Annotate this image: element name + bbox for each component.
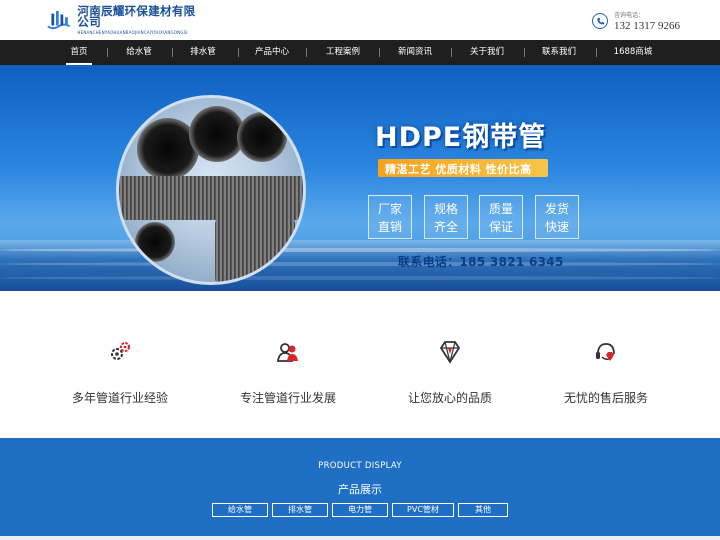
feature-label: 多年管道行业经验 xyxy=(71,391,168,405)
section-title: 产品展示 xyxy=(338,483,382,496)
banner-feature-quality: 质量 保证 xyxy=(479,195,523,239)
gears-icon xyxy=(111,342,130,360)
team-icon xyxy=(276,343,298,362)
tab-power-pipe[interactable]: 电力管 xyxy=(332,503,388,517)
banner-feature-complete-specs: 规格 齐全 xyxy=(424,195,468,239)
diamond-icon xyxy=(439,341,461,364)
sea-background xyxy=(0,240,720,291)
nav-item-cases[interactable]: 工程案例 xyxy=(322,40,364,65)
nav-divider xyxy=(238,48,239,57)
site-header: 河南辰耀环保建材有限公司 HENANCHENYAOHUANBAOJIANCAIY… xyxy=(0,0,720,40)
banner-feature-fast-shipping: 发货 快速 xyxy=(535,195,579,239)
nav-divider xyxy=(379,48,380,57)
feature-label: 专注管道行业发展 xyxy=(239,391,336,405)
nav-divider xyxy=(524,48,525,57)
section-bottom-edge xyxy=(0,536,720,540)
nav-item-water-supply-pipe[interactable]: 给水管 xyxy=(122,40,156,65)
nav-item-news[interactable]: 新闻资讯 xyxy=(394,40,436,65)
logo-company-name: 河南辰耀环保建材有限公司 xyxy=(77,3,196,29)
product-display-section: PRODUCT DISPLAY 产品展示 给水管 排水管 电力管 PVC管材 其… xyxy=(0,438,720,540)
banner-title: HDPE钢带管 xyxy=(375,122,547,153)
feature-label: 无忧的售后服务 xyxy=(563,391,648,405)
phone-icon xyxy=(592,13,608,29)
nav-item-1688-store[interactable]: 1688商城 xyxy=(610,40,656,65)
hotline-number[interactable]: 132 1317 9266 xyxy=(614,20,680,32)
nav-divider xyxy=(451,48,452,57)
nav-divider xyxy=(172,48,173,57)
logo-company-name-en: HENANCHENYAOHUANBAOJIANCAIYOUXIANGONGSI xyxy=(77,29,188,35)
feature-focus: 专注管道行业发展 xyxy=(208,339,368,406)
feature-experience: 多年管道行业经验 xyxy=(40,339,200,406)
nav-item-contact[interactable]: 联系我们 xyxy=(538,40,580,65)
headset-icon xyxy=(596,343,615,361)
banner-feature-direct-sale: 厂家 直销 xyxy=(368,195,412,239)
site-logo[interactable]: 河南辰耀环保建材有限公司 HENANCHENYAOHUANBAOJIANCAIY… xyxy=(46,3,206,35)
nav-divider xyxy=(596,48,597,57)
banner-tagline: 精湛工艺 优质材料 性价比高 xyxy=(385,163,532,176)
main-nav: 首页 给水管 排水管 产品中心 工程案例 新闻资讯 关于我们 联系我们 1688… xyxy=(0,40,720,65)
tab-water-supply-pipe[interactable]: 给水管 xyxy=(212,503,268,517)
hotline: 咨询电话： 132 1317 9266 xyxy=(592,8,680,34)
tab-other[interactable]: 其他 xyxy=(458,503,508,517)
nav-item-drainage-pipe[interactable]: 排水管 xyxy=(186,40,220,65)
nav-divider xyxy=(107,48,108,57)
feature-service: 无忧的售后服务 xyxy=(526,339,686,406)
features-section: 多年管道行业经验 专注管道行业发展 让您放心的品质 无忧的售后服务 xyxy=(0,291,720,438)
hero-banner[interactable]: HDPE钢带管 精湛工艺 优质材料 性价比高 厂家 直销 规格 齐全 质量 保证… xyxy=(0,65,720,291)
logo-mark-icon xyxy=(47,10,71,30)
banner-contact-phone: 联系电话：185 3821 6345 xyxy=(398,255,564,269)
hotline-label: 咨询电话： xyxy=(614,12,645,19)
nav-divider xyxy=(306,48,307,57)
nav-item-about[interactable]: 关于我们 xyxy=(466,40,508,65)
pipe-product-image xyxy=(116,95,306,285)
tab-pvc-pipe[interactable]: PVC管材 xyxy=(392,503,454,517)
feature-quality: 让您放心的品质 xyxy=(370,339,530,406)
nav-item-products[interactable]: 产品中心 xyxy=(252,40,292,65)
section-title-en: PRODUCT DISPLAY xyxy=(318,461,402,471)
nav-item-home[interactable]: 首页 xyxy=(66,40,92,65)
feature-label: 让您放心的品质 xyxy=(407,391,492,405)
tab-drainage-pipe[interactable]: 排水管 xyxy=(272,503,328,517)
